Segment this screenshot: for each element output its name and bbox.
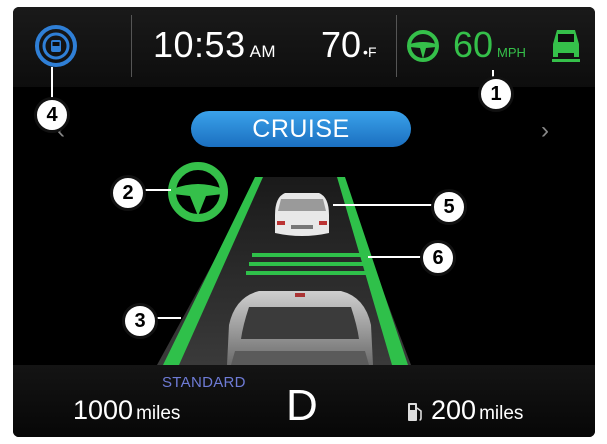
range-value: 200 xyxy=(431,395,477,425)
steering-assist-icon xyxy=(168,162,228,222)
callout-5: 5 xyxy=(431,189,467,225)
callout-4: 4 xyxy=(34,97,70,133)
callout-2: 2 xyxy=(110,175,146,211)
callout-6: 6 xyxy=(420,240,456,276)
following-distance-bars xyxy=(246,253,367,275)
trip-distance: 1000 miles xyxy=(73,395,180,426)
fuel-pump-icon xyxy=(408,403,422,421)
trip-unit: miles xyxy=(136,403,181,424)
own-vehicle xyxy=(227,291,373,365)
trip-value: 1000 xyxy=(73,395,134,425)
instrument-display: 10:53AM 70•F 60MPH ‹ CRUISE › xyxy=(13,7,595,437)
lead-vehicle xyxy=(275,193,329,236)
callout-1: 1 xyxy=(478,76,514,112)
driving-scene xyxy=(51,67,494,365)
drive-mode-label: STANDARD xyxy=(162,374,246,391)
fuel-range: 200 miles xyxy=(431,395,523,426)
callout-3: 3 xyxy=(122,303,158,339)
range-unit: miles xyxy=(479,403,524,424)
gear-indicator: D xyxy=(286,381,318,430)
